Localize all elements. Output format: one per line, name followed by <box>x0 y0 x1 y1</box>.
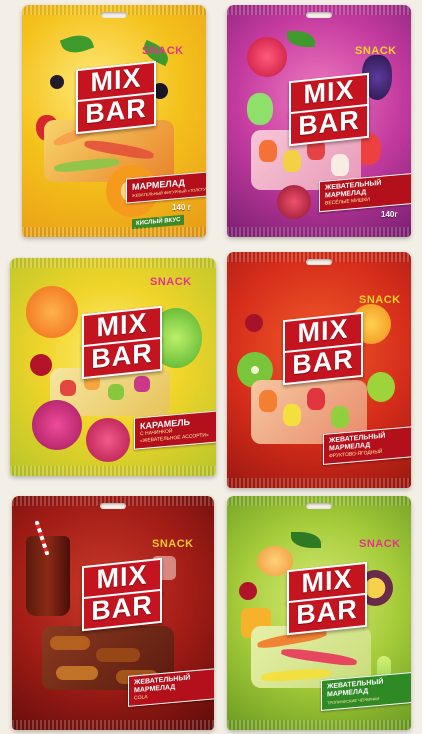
product-pack-fruit-berry[interactable]: MIX BAR SNACK ЖЕВАТЕЛЬНЫЙ МАРМЕЛАД ФРУКТ… <box>227 252 411 488</box>
snack-badge: SNACK <box>359 538 401 550</box>
snack-badge: SNACK <box>152 538 194 550</box>
hang-hole <box>306 259 332 265</box>
brand-logo: MIX BAR <box>289 72 369 147</box>
berry-splash-decoration <box>86 418 130 462</box>
pack-seal <box>10 258 216 268</box>
gummy-bear <box>259 140 277 162</box>
caramel-candy <box>134 376 150 392</box>
snack-badge: SNACK <box>150 276 192 288</box>
pack-seal <box>22 227 206 237</box>
pomegranate-decoration <box>277 185 311 219</box>
product-pack-sour-worms[interactable]: MIX BAR SNACK МАРМЕЛАД ЖЕВАТЕЛЬНЫЙ ФИГУР… <box>22 5 206 237</box>
cola-bottle-gummy <box>50 636 90 650</box>
gummy-worm <box>53 156 120 174</box>
product-pack-caramel[interactable]: MIX BAR SNACK КАРАМЕЛЬ С НАЧИНКОЙ «ЖЕВАТ… <box>10 258 216 476</box>
brand-logo: MIX BAR <box>283 311 363 386</box>
leaf-decoration <box>291 532 321 548</box>
leaf-decoration <box>287 31 315 47</box>
net-weight: 140 г <box>172 203 191 212</box>
cola-bottle-gummy <box>56 666 98 680</box>
orange-splash-decoration <box>26 286 78 338</box>
cherry-decoration <box>245 314 263 332</box>
product-label: КАРАМЕЛЬ С НАЧИНКОЙ «ЖЕВАТЕЛЬНОЕ АССОРТИ… <box>134 410 216 450</box>
product-pack-bears[interactable]: MIX BAR SNACK ЖЕВАТЕЛЬНЫЙ МАРМЕЛАД ВЕСЁЛ… <box>227 5 411 237</box>
brand-logo: MIX BAR <box>82 305 162 380</box>
gummy-bear <box>331 406 349 428</box>
brand-logo: MIX BAR <box>287 561 367 636</box>
net-weight: 140г <box>381 210 398 219</box>
leaf-decoration <box>59 30 95 58</box>
pack-seal <box>227 227 411 237</box>
product-grid: { "products": [ {"logo_top":"MIX","logo_… <box>0 0 422 734</box>
apple-decoration <box>367 372 395 402</box>
snack-badge: SNACK <box>359 294 401 306</box>
product-pack-tropical-worms[interactable]: MIX BAR SNACK ЖЕВАТЕЛЬНЫЙ МАРМЕЛАД ТРОПИ… <box>227 496 411 730</box>
snack-badge: SNACK <box>142 45 184 57</box>
caramel-candy <box>60 380 76 396</box>
brand-logo: MIX BAR <box>82 557 162 632</box>
pack-seal <box>227 720 411 730</box>
berry-splash-decoration <box>32 400 82 450</box>
hang-hole <box>100 503 126 509</box>
gummy-bear <box>259 390 277 412</box>
gummy-worm <box>280 646 358 668</box>
snack-badge: SNACK <box>355 45 397 57</box>
product-label: ЖЕВАТЕЛЬНЫЙ МАРМЕЛАД ФРУКТОВО-ЯГОДНЫЙ <box>323 425 411 466</box>
blackcurrant-decoration <box>50 75 64 89</box>
hang-hole <box>306 12 332 18</box>
hang-hole <box>306 503 332 509</box>
pack-seal <box>12 720 214 730</box>
gummy-bear <box>283 404 301 426</box>
pack-seal <box>10 466 216 476</box>
cherry-decoration <box>30 354 52 376</box>
gummy-bear <box>331 154 349 176</box>
caramel-candy <box>108 384 124 400</box>
gummy-bear <box>283 150 301 172</box>
hang-hole <box>101 12 127 18</box>
gummy-bear <box>307 388 325 410</box>
cherry-decoration <box>239 582 257 600</box>
brand-logo: MIX BAR <box>76 60 156 135</box>
raspberry-decoration <box>247 37 287 77</box>
cola-glass-decoration <box>26 536 70 616</box>
pack-seal <box>227 478 411 488</box>
product-label: ЖЕВАТЕЛЬНЫЙ МАРМЕЛАД ТРОПИЧЕСКИЕ ЧЕРВЯЧК… <box>321 671 411 712</box>
cola-bottle-gummy <box>96 648 140 662</box>
bear-gummy-decoration <box>247 93 273 125</box>
product-label: ЖЕВАТЕЛЬНЫЙ МАРМЕЛАД COLA <box>128 668 214 707</box>
product-pack-cola[interactable]: MIX BAR SNACK ЖЕВАТЕЛЬНЫЙ МАРМЕЛАД COLA <box>12 496 214 730</box>
gummy-worm <box>83 138 155 161</box>
